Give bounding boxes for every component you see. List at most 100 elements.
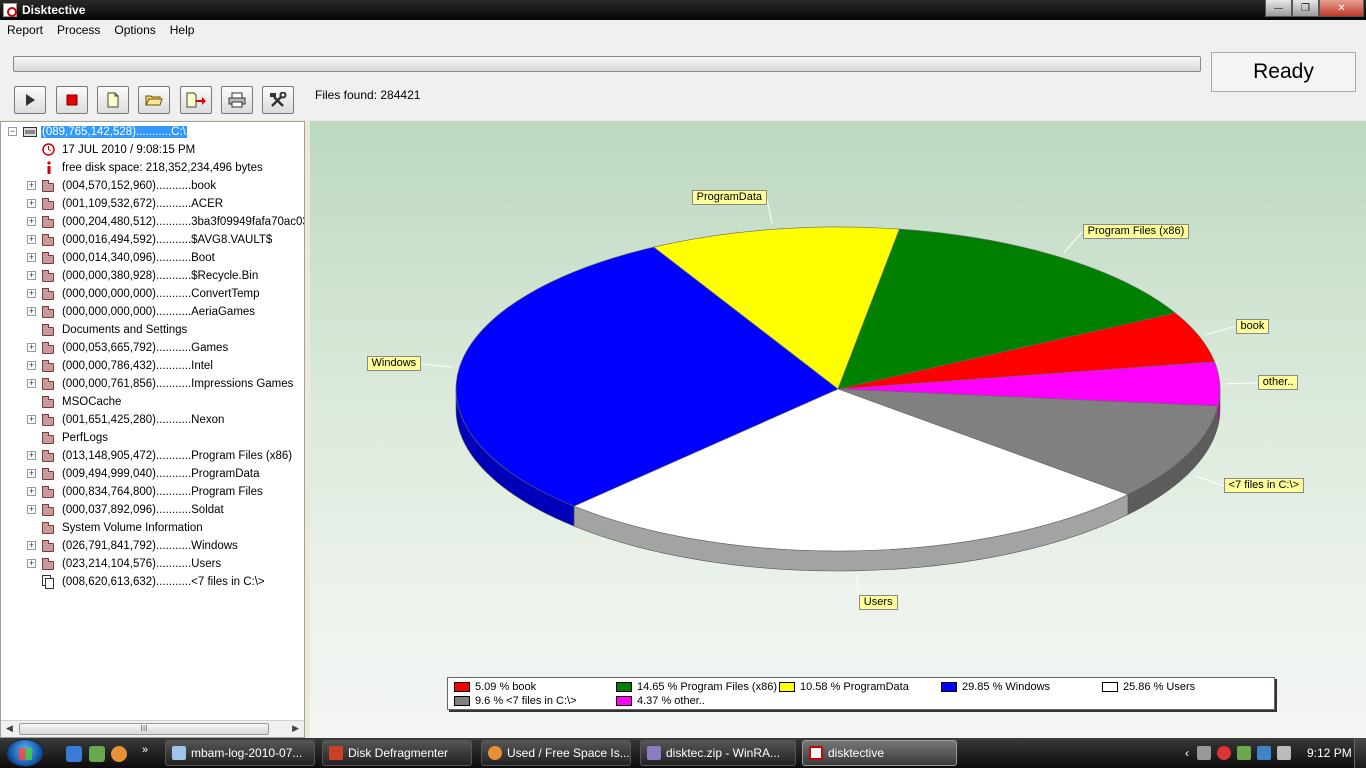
tree-item[interactable]: + (000,000,000,000)...........AeriaGames (1, 303, 304, 321)
tray-expand-icon[interactable]: ‹ (1185, 746, 1189, 760)
taskbar-item-firefox[interactable]: Used / Free Space Is... (481, 740, 631, 766)
tree-item-label[interactable]: (001,651,425,280)...........Nexon (62, 414, 224, 426)
menu-process[interactable]: Process (50, 23, 107, 37)
tree-item-label[interactable]: (013,148,905,472)...........Program File… (62, 450, 292, 462)
tray-volume-icon[interactable] (1277, 746, 1291, 760)
tree-item[interactable]: + (000,000,000,000)...........ConvertTemp (1, 285, 304, 303)
tree-item[interactable]: + (004,570,152,960)...........book (1, 177, 304, 195)
tree-item[interactable]: + (013,148,905,472)...........Program Fil… (1, 447, 304, 465)
tree-item-label[interactable]: (000,053,665,792)...........Games (62, 342, 228, 354)
expand-toggle[interactable]: + (27, 181, 36, 190)
tree-files-item[interactable]: (008,620,613,632)...........<7 files in … (1, 573, 304, 591)
expand-toggle[interactable]: + (27, 271, 36, 280)
tree-item[interactable]: + (023,214,104,576)...........Users (1, 555, 304, 573)
ie-quicklaunch-icon[interactable] (66, 746, 82, 762)
tree-item[interactable]: + (001,651,425,280)...........Nexon (1, 411, 304, 429)
expand-toggle[interactable]: + (27, 253, 36, 262)
tree-item-label[interactable]: (000,037,892,096)...........Soldat (62, 504, 224, 516)
settings-button[interactable] (262, 86, 294, 114)
tree-item-label[interactable]: System Volume Information (62, 522, 203, 534)
tree-item-label[interactable]: (000,000,786,432)...........Intel (62, 360, 213, 372)
network-quicklaunch-icon[interactable] (89, 746, 105, 762)
menu-help[interactable]: Help (163, 23, 202, 37)
tree-horizontal-scrollbar[interactable]: ◀ III ▶ (1, 720, 304, 737)
menu-report[interactable]: Report (0, 23, 50, 37)
tree-item[interactable]: + (009,494,999,040)...........ProgramData (1, 465, 304, 483)
taskbar-clock[interactable]: 9:12 PM (1307, 746, 1352, 760)
tray-app-icon[interactable] (1197, 746, 1211, 760)
tree-item-label[interactable]: (000,000,761,856)...........Impressions … (62, 378, 293, 390)
close-button[interactable]: ✕ (1319, 0, 1364, 17)
expand-toggle[interactable]: + (27, 559, 36, 568)
tree-item-label[interactable]: MSOCache (62, 396, 121, 408)
collapse-toggle[interactable]: − (8, 127, 17, 136)
expand-toggle[interactable]: + (27, 469, 36, 478)
tree-files-label[interactable]: (008,620,613,632)...........<7 files in … (62, 576, 265, 588)
tree-item-label[interactable]: (001,109,532,672)...........ACER (62, 198, 223, 210)
tree-item-label[interactable]: (000,016,494,592)...........$AVG8.VAULT$ (62, 234, 272, 246)
tree-item[interactable]: + (000,000,761,856)...........Impressions… (1, 375, 304, 393)
expand-toggle[interactable]: + (27, 361, 36, 370)
tree-item[interactable]: + (026,791,841,792)...........Windows (1, 537, 304, 555)
tree-item-label[interactable]: Documents and Settings (62, 324, 187, 336)
tree-item[interactable]: + (001,109,532,672)...........ACER (1, 195, 304, 213)
expand-toggle[interactable]: + (27, 289, 36, 298)
new-report-button[interactable] (97, 86, 129, 114)
export-button[interactable] (180, 86, 212, 114)
tree-item-label[interactable]: (000,000,000,000)...........AeriaGames (62, 306, 255, 318)
open-folder-button[interactable] (138, 86, 170, 114)
expand-toggle[interactable]: + (27, 235, 36, 244)
firefox-quicklaunch-icon[interactable] (111, 746, 127, 762)
expand-toggle[interactable]: + (27, 451, 36, 460)
expand-toggle[interactable]: + (27, 415, 36, 424)
tray-security-icon[interactable] (1237, 746, 1251, 760)
expand-toggle[interactable]: + (27, 505, 36, 514)
tree-item-label[interactable]: (000,834,764,800)...........Program File… (62, 486, 263, 498)
tree-item[interactable]: + (000,053,665,792)...........Games (1, 339, 304, 357)
tray-alert-icon[interactable] (1217, 746, 1231, 760)
tree-item[interactable]: Documents and Settings (1, 321, 304, 339)
tree-item-label[interactable]: PerfLogs (62, 432, 108, 444)
start-scan-button[interactable] (14, 86, 46, 114)
tree-item-label[interactable]: (000,000,380,928)...........$Recycle.Bin (62, 270, 258, 282)
quicklaunch-more-icon[interactable]: » (142, 744, 148, 756)
scroll-left-icon[interactable]: ◀ (6, 724, 13, 734)
menu-options[interactable]: Options (107, 23, 162, 37)
expand-toggle[interactable]: + (27, 217, 36, 226)
start-button[interactable] (6, 739, 44, 767)
tree-item[interactable]: + (000,016,494,592)...........$AVG8.VAULT… (1, 231, 304, 249)
taskbar-item-disktective[interactable]: disktective (802, 740, 957, 766)
tree-item[interactable]: MSOCache (1, 393, 304, 411)
expand-toggle[interactable]: + (27, 487, 36, 496)
tree-item[interactable]: + (000,204,480,512)...........3ba3f09949f… (1, 213, 304, 231)
tree-item-label[interactable]: (000,000,000,000)...........ConvertTemp (62, 288, 260, 300)
show-desktop-button[interactable] (1354, 738, 1366, 768)
tree-item[interactable]: System Volume Information (1, 519, 304, 537)
taskbar-item-winrar[interactable]: disktec.zip - WinRA... (640, 740, 796, 766)
expand-toggle[interactable]: + (27, 199, 36, 208)
taskbar-item-defrag[interactable]: Disk Defragmenter (322, 740, 472, 766)
tree-root[interactable]: − (089,765,142,528)...........C:\ (1, 123, 304, 141)
taskbar-item-mbam[interactable]: mbam-log-2010-07... (165, 740, 315, 766)
tree-item[interactable]: + (000,000,786,432)...........Intel (1, 357, 304, 375)
tree-root-label[interactable]: (089,765,142,528)...........C:\ (41, 126, 187, 138)
print-button[interactable] (221, 86, 253, 114)
tray-network-icon[interactable] (1257, 746, 1271, 760)
expand-toggle[interactable]: + (27, 307, 36, 316)
tree-item-label[interactable]: (000,204,480,512)...........3ba3f09949fa… (62, 216, 304, 228)
tree-item[interactable]: PerfLogs (1, 429, 304, 447)
stop-scan-button[interactable] (56, 86, 88, 114)
tree-item-label[interactable]: (004,570,152,960)...........book (62, 180, 216, 192)
folder-tree[interactable]: − (089,765,142,528)...........C:\ 17 JUL… (0, 121, 305, 738)
scroll-right-icon[interactable]: ▶ (292, 724, 299, 734)
expand-toggle[interactable]: + (27, 343, 36, 352)
tree-item[interactable]: + (000,014,340,096)...........Boot (1, 249, 304, 267)
tree-item[interactable]: + (000,834,764,800)...........Program Fil… (1, 483, 304, 501)
tree-item-label[interactable]: (026,791,841,792)...........Windows (62, 540, 238, 552)
minimize-button[interactable]: — (1265, 0, 1292, 17)
tree-item-label[interactable]: (000,014,340,096)...........Boot (62, 252, 215, 264)
scrollbar-thumb[interactable]: III (19, 723, 269, 735)
tree-item-label[interactable]: (009,494,999,040)...........ProgramData (62, 468, 260, 480)
expand-toggle[interactable]: + (27, 379, 36, 388)
maximize-button[interactable]: ❐ (1292, 0, 1319, 17)
